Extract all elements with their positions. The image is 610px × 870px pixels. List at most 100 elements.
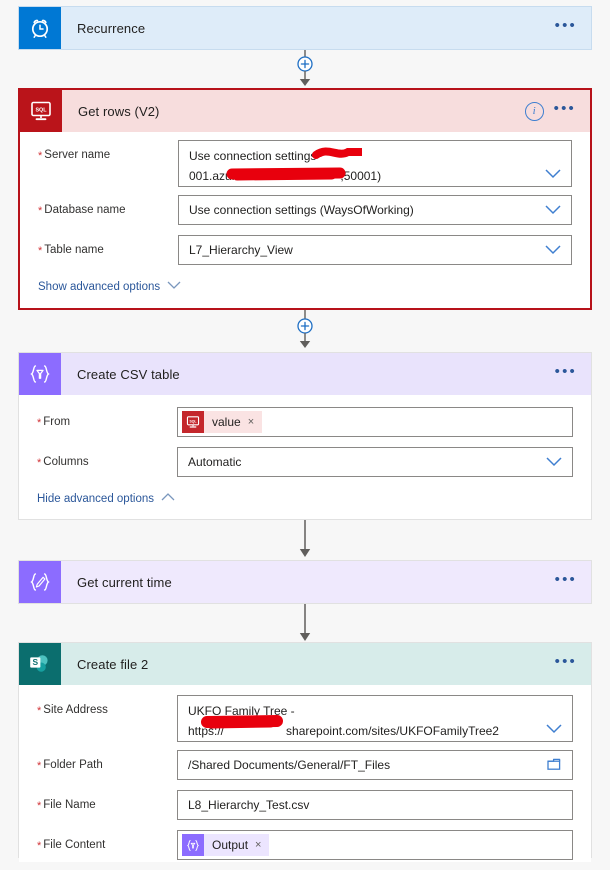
more-options-button-create-file-2[interactable]: ••• [555, 654, 577, 671]
columns-dropdown[interactable]: Automatic [177, 447, 573, 477]
from-token-input[interactable]: SQL value × [177, 407, 573, 437]
more-options-button-get-current-time[interactable]: ••• [555, 572, 577, 589]
step-header-create-csv-table[interactable]: Create CSV table ••• [19, 353, 591, 395]
sharepoint-icon: S [19, 643, 61, 685]
sql-server-icon: SQL [20, 90, 62, 132]
alarm-clock-icon [19, 7, 61, 49]
file-content-token-input[interactable]: Output × [177, 830, 573, 860]
database-name-value: Use connection settings (WaysOfWorking) [189, 203, 414, 217]
token-label: Output [212, 838, 249, 852]
remove-token-icon[interactable]: × [248, 416, 262, 428]
server-name-dropdown[interactable]: Use connection settings 001.azure.uk ,500… [178, 140, 572, 187]
table-name-dropdown[interactable]: L7_Hierarchy_View [178, 235, 572, 265]
flow-step-create-csv-table[interactable]: Create CSV table ••• * From SQL value × … [18, 352, 592, 520]
data-operation-icon [19, 353, 61, 395]
field-label-folder-path: * Folder Path [37, 759, 103, 772]
chevron-down-icon[interactable] [543, 200, 563, 220]
site-address-value: UKFO Family Tree - https://sharepoint.co… [188, 704, 499, 738]
expression-icon [182, 834, 204, 856]
required-asterisk: * [38, 205, 43, 217]
hide-advanced-options-link-create-csv-table[interactable]: Hide advanced options [19, 479, 591, 505]
show-advanced-options-link-get-rows-v2[interactable]: Show advanced options [20, 267, 590, 293]
token-chip-output[interactable]: Output × [182, 834, 270, 856]
step-title-recurrence: Recurrence [77, 20, 146, 36]
chevron-down-icon[interactable] [543, 164, 563, 184]
sql-server-icon: SQL [182, 411, 204, 433]
step-body-get-rows-v2: * Server name Use connection settings 001… [20, 140, 590, 293]
connector-arrow-4 [0, 604, 610, 644]
svg-text:SQL: SQL [35, 107, 47, 113]
step-title-create-csv-table: Create CSV table [77, 366, 180, 382]
connector-add-step-2[interactable] [0, 310, 610, 352]
folder-path-value: /Shared Documents/General/FT_Files [188, 758, 391, 772]
expression-pencil-icon [19, 561, 61, 603]
step-header-actions-create-csv-table: ••• [555, 364, 591, 381]
required-asterisk: * [38, 245, 43, 257]
svg-text:SQL: SQL [189, 419, 196, 423]
step-header-create-file-2[interactable]: S Create file 2 ••• [19, 643, 591, 685]
database-name-dropdown[interactable]: Use connection settings (WaysOfWorking) [178, 195, 572, 225]
folder-path-input[interactable]: /Shared Documents/General/FT_Files [177, 750, 573, 780]
chevron-up-icon [161, 493, 175, 505]
step-header-actions-recurrence: ••• [555, 18, 591, 35]
field-row-from: * From SQL value × [19, 407, 591, 439]
file-name-input[interactable]: L8_Hierarchy_Test.csv [177, 790, 573, 820]
flow-step-get-rows-v2[interactable]: SQL Get rows (V2) i ••• * Server name Use [18, 88, 592, 310]
required-asterisk: * [38, 150, 43, 162]
step-title-get-current-time: Get current time [77, 574, 172, 590]
folder-picker-icon[interactable] [546, 756, 564, 774]
step-header-get-rows-v2[interactable]: SQL Get rows (V2) i ••• [20, 90, 590, 132]
field-row-table-name: * Table name L7_Hierarchy_View [20, 235, 590, 267]
svg-text:S: S [33, 657, 39, 667]
field-label-site-address: * Site Address [37, 704, 108, 717]
more-options-button-get-rows-v2[interactable]: ••• [554, 101, 576, 118]
step-header-get-current-time[interactable]: Get current time ••• [19, 561, 591, 603]
field-row-database-name: * Database name Use connection settings (… [20, 195, 590, 227]
field-row-server-name: * Server name Use connection settings 001… [20, 140, 590, 187]
field-label-table-name: * Table name [38, 244, 104, 257]
flow-step-recurrence[interactable]: Recurrence ••• [18, 6, 592, 50]
required-asterisk: * [37, 800, 42, 812]
step-body-create-csv-table: * From SQL value × * Columns Automatic H… [19, 407, 591, 505]
field-label-file-content: * File Content [37, 839, 106, 852]
server-name-value: Use connection settings 001.azure.uk ,500… [189, 149, 382, 183]
field-label-database-name: * Database name [38, 204, 126, 217]
field-row-file-name: * File Name L8_Hierarchy_Test.csv [19, 790, 591, 822]
required-asterisk: * [37, 417, 42, 429]
step-header-actions-get-rows-v2: i ••• [524, 101, 590, 121]
token-chip-value[interactable]: SQL value × [182, 411, 263, 433]
hide-advanced-options-label: Hide advanced options [37, 493, 154, 505]
columns-value: Automatic [188, 455, 242, 469]
step-header-recurrence[interactable]: Recurrence ••• [19, 7, 591, 49]
step-title-get-rows-v2: Get rows (V2) [78, 103, 160, 119]
remove-token-icon[interactable]: × [255, 839, 269, 851]
field-label-file-name: * File Name [37, 799, 96, 812]
chevron-down-icon[interactable] [544, 719, 564, 739]
field-label-from: * From [37, 416, 71, 429]
chevron-down-icon[interactable] [543, 240, 563, 260]
field-label-server-name: * Server name [38, 149, 111, 162]
show-advanced-options-label: Show advanced options [38, 281, 161, 293]
flow-step-get-current-time[interactable]: Get current time ••• [18, 560, 592, 604]
field-row-folder-path: * Folder Path /Shared Documents/General/F… [19, 750, 591, 782]
more-options-button-create-csv-table[interactable]: ••• [555, 364, 577, 381]
flow-designer-canvas: Recurrence ••• SQL Get rows (V2) i ••• *… [0, 0, 610, 870]
site-address-dropdown[interactable]: UKFO Family Tree - https://sharepoint.co… [177, 695, 573, 742]
step-title-create-file-2: Create file 2 [77, 656, 149, 672]
required-asterisk: * [37, 760, 42, 772]
flow-step-create-file-2[interactable]: S Create file 2 ••• * Site Address UKFO F… [18, 642, 592, 862]
more-options-button-recurrence[interactable]: ••• [555, 18, 577, 35]
chevron-down-icon[interactable] [544, 452, 564, 472]
field-row-file-content: * File Content Output × [19, 830, 591, 862]
connector-add-step-1[interactable] [0, 50, 610, 90]
field-row-site-address: * Site Address UKFO Family Tree - https:/… [19, 695, 591, 742]
token-label: value [212, 415, 241, 429]
field-row-columns: * Columns Automatic [19, 447, 591, 479]
field-label-columns: * Columns [37, 456, 89, 469]
chevron-down-icon [167, 281, 181, 293]
info-icon[interactable]: i [524, 101, 544, 121]
step-body-create-file-2: * Site Address UKFO Family Tree - https:/… [19, 695, 591, 862]
connector-arrow-3 [0, 520, 610, 560]
required-asterisk: * [37, 457, 42, 469]
step-header-actions-create-file-2: ••• [555, 654, 591, 671]
